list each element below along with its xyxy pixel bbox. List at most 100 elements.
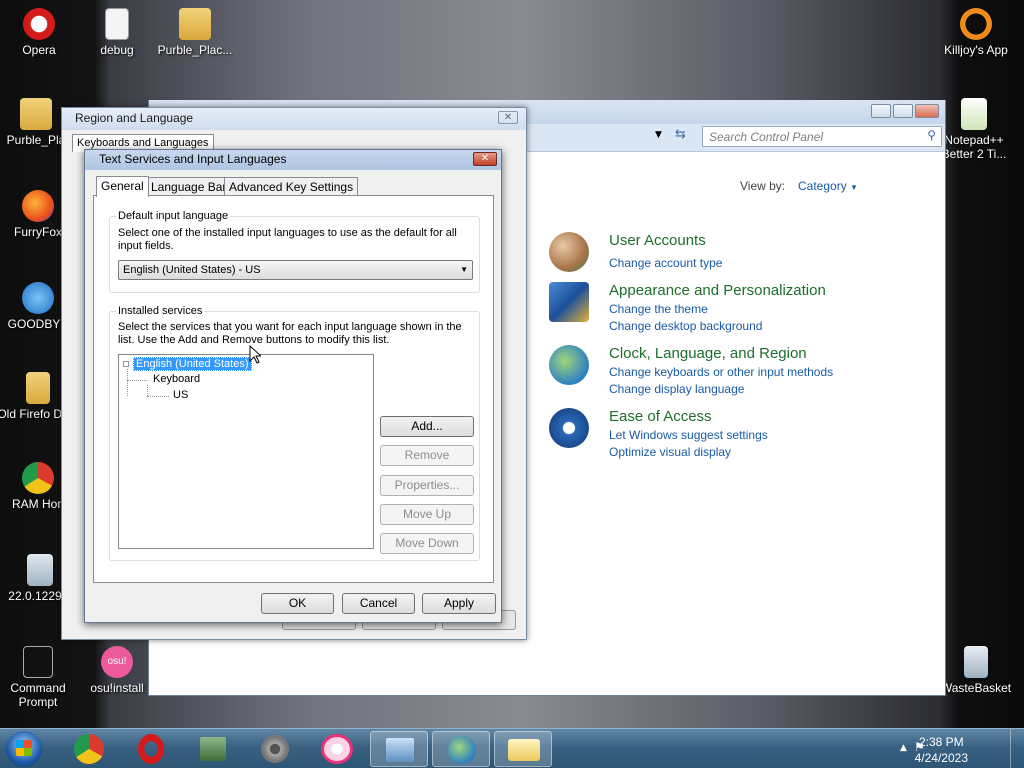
category-heading[interactable]: Clock, Language, and Region — [609, 345, 807, 362]
tab-advanced-key-settings[interactable]: Advanced Key Settings — [224, 177, 359, 196]
button-label: Apply — [443, 596, 475, 610]
user-accounts-icon — [549, 232, 589, 272]
desktop-icon-debug[interactable]: debug — [75, 8, 159, 57]
clock-date: 4/24/2023 — [914, 751, 968, 765]
taskbar-region-language[interactable] — [432, 731, 490, 767]
tab-language-bar[interactable]: Language Bar — [146, 177, 232, 196]
button-label: Cancel — [359, 596, 398, 610]
show-desktop-button[interactable] — [1010, 729, 1024, 768]
category-link[interactable]: Change desktop background — [609, 319, 762, 333]
desktop-icon-killjoys-app[interactable]: Killjoy's App — [934, 8, 1018, 57]
notepad-icon — [961, 98, 987, 130]
tab-label: Advanced Key Settings — [229, 180, 354, 194]
taskbar-settings[interactable] — [246, 731, 304, 767]
view-by-dropdown[interactable]: Category ▼ — [798, 179, 858, 193]
chevron-down-icon: ▼ — [850, 183, 858, 192]
text-services-titlebar: Text Services and Input Languages ✕ — [85, 150, 501, 170]
desktop-icon-label: Command Prompt — [10, 681, 66, 709]
category-heading[interactable]: Ease of Access — [609, 408, 712, 425]
taskbar-control-panel[interactable] — [370, 731, 428, 767]
tree-item-us[interactable]: US — [173, 389, 188, 401]
desktop-icon-label: FurryFox — [14, 225, 62, 239]
maximize-button[interactable] — [893, 104, 913, 118]
ease-of-access-icon — [549, 408, 589, 448]
category-link[interactable]: Change the theme — [609, 302, 708, 316]
show-hidden-icons-icon[interactable]: ▲ — [900, 743, 907, 753]
internet-explorer-icon — [22, 282, 54, 314]
tab-label: General — [101, 179, 144, 193]
move-down-button[interactable]: Move Down — [380, 533, 474, 554]
opera-icon — [23, 8, 55, 40]
search-input[interactable]: Search Control Panel ⚲ — [702, 126, 942, 147]
taskbar-opera-gx[interactable] — [308, 731, 366, 767]
desktop-icon-label: WasteBasket — [940, 681, 1012, 695]
text-file-icon — [105, 8, 129, 40]
category-heading[interactable]: Appearance and Personalization — [609, 282, 826, 299]
desktop-icon-label: Notepad++ Better 2 Ti... — [941, 133, 1007, 161]
zip-folder-icon — [179, 8, 211, 40]
system-clock[interactable]: 2:38 PM 4/24/2023 — [915, 734, 968, 766]
opera-icon — [138, 734, 164, 764]
chrome-icon — [74, 734, 104, 764]
close-button[interactable]: ✕ — [473, 152, 497, 166]
refresh-icon[interactable]: ⇆ — [675, 127, 686, 142]
chevron-down-icon[interactable]: ▼ — [655, 130, 662, 140]
desktop-icon-purble-place[interactable]: Purble_Plac... — [153, 8, 237, 57]
cancel-button[interactable]: Cancel — [342, 593, 415, 614]
category-link[interactable]: Let Windows suggest settings — [609, 428, 768, 442]
chrome-icon — [22, 462, 54, 494]
default-language-select[interactable]: English (United States) - US ▼ — [118, 260, 473, 280]
default-language-value: English (United States) - US — [123, 264, 261, 276]
desktop-icon-opera[interactable]: Opera — [0, 8, 81, 57]
tree-item-keyboard[interactable]: Keyboard — [153, 373, 200, 385]
category-link[interactable]: Optimize visual display — [609, 445, 731, 459]
app-icon — [200, 737, 226, 761]
search-placeholder: Search Control Panel — [709, 130, 824, 144]
remove-button[interactable]: Remove — [380, 445, 474, 466]
button-label: Move Up — [402, 507, 452, 521]
minimize-button[interactable] — [871, 104, 891, 118]
gear-icon — [261, 735, 289, 763]
app-icon — [960, 8, 992, 40]
tree-line — [127, 380, 147, 381]
desktop-icon-wastebasket[interactable]: WasteBasket — [934, 646, 1018, 695]
category-link[interactable]: Change account type — [609, 256, 722, 270]
desktop-icon-label: debug — [100, 43, 134, 57]
ok-button[interactable]: OK — [261, 593, 334, 614]
button-label: OK — [288, 596, 307, 610]
desktop-icon-label: Purble_Pla — [6, 133, 66, 147]
category-link[interactable]: Change display language — [609, 382, 744, 396]
taskbar: ▲ ⚑ 2:38 PM 4/24/2023 — [0, 728, 1024, 768]
tab-general[interactable]: General — [96, 176, 149, 197]
taskbar-chrome[interactable] — [60, 731, 118, 767]
firefox-icon — [22, 190, 54, 222]
services-tree[interactable]: English (United States) Keyboard US — [118, 354, 374, 549]
properties-button[interactable]: Properties... — [380, 475, 474, 496]
tab-label: Language Bar — [151, 180, 227, 194]
view-by-label: View by: — [740, 179, 786, 193]
globe-clock-icon — [549, 345, 589, 385]
desktop-icon-osu-install[interactable]: osu! osu!install — [75, 646, 159, 695]
collapse-icon[interactable] — [123, 361, 129, 367]
desktop-icon-command-prompt[interactable]: Command Prompt — [0, 646, 80, 709]
desktop-icon-label: GOODBYE — [7, 317, 69, 331]
close-button[interactable] — [915, 104, 939, 118]
move-up-button[interactable]: Move Up — [380, 504, 474, 525]
tree-line — [127, 369, 128, 396]
chevron-down-icon: ▼ — [460, 265, 468, 274]
start-button[interactable] — [6, 731, 42, 767]
close-icon[interactable]: ✕ — [498, 111, 518, 124]
category-link[interactable]: Change keyboards or other input methods — [609, 365, 833, 379]
add-button[interactable]: Add... — [380, 416, 474, 437]
dialog-title: Text Services and Input Languages — [99, 152, 287, 166]
taskbar-text-services[interactable] — [494, 731, 552, 767]
apply-button[interactable]: Apply — [422, 593, 496, 614]
close-icon: ✕ — [480, 153, 490, 164]
globe-icon — [448, 736, 476, 764]
tree-item-language[interactable]: English (United States) — [133, 357, 252, 371]
category-heading[interactable]: User Accounts — [609, 232, 706, 249]
taskbar-app-manager[interactable] — [184, 731, 242, 767]
control-panel-icon — [386, 738, 414, 762]
taskbar-opera[interactable] — [122, 731, 180, 767]
mouse-cursor-icon — [249, 345, 261, 364]
